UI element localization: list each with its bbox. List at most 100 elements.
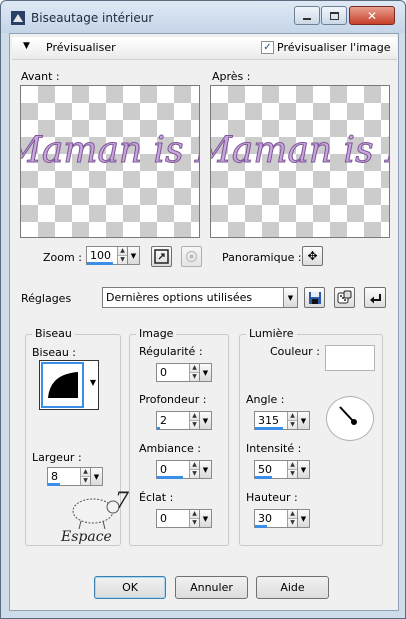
- intensity-dropdown-icon[interactable]: ▼: [297, 461, 309, 478]
- ambience-spinbox[interactable]: 0 ▲ ▼ ▼: [156, 460, 212, 479]
- zoom-label: Zoom :: [43, 251, 82, 264]
- dialog-window: Biseautage intérieur ✕ ▼ Prévisualiser ✓…: [0, 0, 406, 619]
- down-arrow-icon[interactable]: ▼: [118, 255, 127, 264]
- intensity-arrows[interactable]: ▲ ▼: [287, 461, 297, 478]
- down-arrow-icon[interactable]: ▼: [288, 518, 297, 527]
- zoom-spinbox[interactable]: 100 ▲ ▼ ▼: [86, 246, 140, 265]
- shininess-value[interactable]: 0: [157, 510, 189, 527]
- preview-image-label[interactable]: Prévisualiser l'image: [277, 41, 390, 54]
- ambience-dropdown-icon[interactable]: ▼: [199, 461, 211, 478]
- settings-value[interactable]: Dernières options utilisées: [103, 288, 283, 307]
- down-arrow-icon[interactable]: ▼: [288, 469, 297, 478]
- up-arrow-icon[interactable]: ▲: [190, 364, 199, 372]
- preview-toggle-label[interactable]: Prévisualiser: [46, 41, 116, 54]
- minimize-button[interactable]: [294, 6, 320, 25]
- depth-arrows[interactable]: ▲ ▼: [189, 412, 199, 429]
- preview-image-checkbox[interactable]: ✓: [261, 41, 274, 54]
- bevel-shape-dropdown-icon[interactable]: ▼: [90, 378, 96, 387]
- up-arrow-icon[interactable]: ▲: [190, 510, 199, 518]
- ok-button[interactable]: OK: [94, 576, 166, 599]
- settings-dropdown-icon[interactable]: ▼: [283, 288, 297, 307]
- angle-dropdown-icon[interactable]: ▼: [297, 412, 309, 429]
- zoom-dropdown-icon[interactable]: ▼: [127, 247, 139, 264]
- up-arrow-icon[interactable]: ▲: [190, 412, 199, 420]
- width-dropdown-icon[interactable]: ▼: [90, 468, 102, 485]
- smoothness-value[interactable]: 0: [157, 364, 189, 381]
- depth-dropdown-icon[interactable]: ▼: [199, 412, 211, 429]
- image-group-title: Image: [136, 327, 177, 340]
- width-value[interactable]: 8: [48, 468, 80, 486]
- up-arrow-icon[interactable]: ▲: [118, 247, 127, 255]
- width-label: Largeur :: [32, 451, 82, 464]
- elevation-level-bar: [255, 525, 267, 528]
- zoom-value[interactable]: 100: [87, 247, 117, 265]
- collapse-arrow-icon[interactable]: ▼: [23, 41, 30, 51]
- smoothness-dropdown-icon[interactable]: ▼: [199, 364, 211, 381]
- cancel-button[interactable]: Annuler: [175, 576, 248, 599]
- angle-label: Angle :: [246, 393, 285, 406]
- down-arrow-icon[interactable]: ▼: [288, 420, 297, 429]
- smoothness-spinbox[interactable]: 0 ▲ ▼ ▼: [156, 363, 212, 382]
- down-arrow-icon[interactable]: ▼: [190, 518, 199, 527]
- zoom-arrows[interactable]: ▲ ▼: [117, 247, 127, 264]
- elevation-label: Hauteur :: [246, 491, 298, 504]
- app-icon: [11, 11, 25, 25]
- width-arrows[interactable]: ▲ ▼: [80, 468, 90, 485]
- width-spinbox[interactable]: 8 ▲ ▼ ▼: [47, 467, 103, 486]
- down-arrow-icon[interactable]: ▼: [190, 469, 199, 478]
- bevel-shape-swatch[interactable]: [41, 362, 84, 408]
- down-arrow-icon[interactable]: ▼: [190, 372, 199, 381]
- close-icon: ✕: [366, 8, 378, 23]
- up-arrow-icon[interactable]: ▲: [190, 461, 199, 469]
- before-preview-text: Maman is L: [21, 130, 199, 172]
- angle-arrows[interactable]: ▲ ▼: [287, 412, 297, 429]
- intensity-value[interactable]: 50: [255, 461, 287, 479]
- shininess-label: Éclat :: [139, 491, 174, 504]
- ambience-label: Ambiance :: [139, 442, 202, 455]
- elevation-arrows[interactable]: ▲ ▼: [287, 510, 297, 527]
- ambience-arrows[interactable]: ▲ ▼: [189, 461, 199, 478]
- title-bar[interactable]: Biseautage intérieur ✕: [1, 1, 405, 33]
- pan-button[interactable]: ✥: [302, 246, 323, 266]
- ambience-value[interactable]: 0: [157, 461, 189, 479]
- depth-value[interactable]: 2: [157, 412, 189, 430]
- randomize-button[interactable]: [334, 287, 355, 308]
- after-preview[interactable]: Maman is L: [210, 85, 390, 238]
- help-button[interactable]: Aide: [256, 576, 329, 599]
- light-color-label: Couleur :: [270, 345, 320, 358]
- elevation-value[interactable]: 30: [255, 510, 287, 528]
- elevation-dropdown-icon[interactable]: ▼: [297, 510, 309, 527]
- settings-dropdown[interactable]: Dernières options utilisées ▼: [102, 287, 298, 308]
- up-arrow-icon[interactable]: ▲: [288, 510, 297, 518]
- fit-to-preview-button[interactable]: [151, 246, 172, 267]
- save-settings-button[interactable]: [304, 287, 325, 308]
- elevation-spinbox[interactable]: 30 ▲ ▼ ▼: [254, 509, 310, 528]
- down-arrow-icon[interactable]: ▼: [81, 476, 90, 485]
- intensity-label: Intensité :: [246, 442, 302, 455]
- after-preview-text: Maman is L: [211, 130, 389, 172]
- angle-dial[interactable]: [326, 396, 374, 441]
- down-arrow-icon[interactable]: ▼: [190, 420, 199, 429]
- smoothness-arrows[interactable]: ▲ ▼: [189, 364, 199, 381]
- up-arrow-icon[interactable]: ▲: [81, 468, 90, 476]
- depth-spinbox[interactable]: 2 ▲ ▼ ▼: [156, 411, 212, 430]
- maximize-button[interactable]: [321, 6, 347, 25]
- up-arrow-icon[interactable]: ▲: [288, 461, 297, 469]
- depth-label: Profondeur :: [139, 393, 207, 406]
- light-color-swatch[interactable]: [325, 345, 375, 371]
- shininess-arrows[interactable]: ▲ ▼: [189, 510, 199, 527]
- proof-button[interactable]: [181, 246, 202, 267]
- shininess-dropdown-icon[interactable]: ▼: [199, 510, 211, 527]
- intensity-spinbox[interactable]: 50 ▲ ▼ ▼: [254, 460, 310, 479]
- angle-spinbox[interactable]: 315 ▲ ▼ ▼: [254, 411, 310, 430]
- up-arrow-icon[interactable]: ▲: [288, 412, 297, 420]
- before-preview[interactable]: Maman is L: [20, 85, 200, 238]
- sheep-icon: [72, 498, 120, 530]
- bevel-shape-picker[interactable]: ▼: [39, 360, 99, 410]
- preview-header[interactable]: ▼ Prévisualiser ✓ Prévisualiser l'image: [12, 37, 397, 60]
- reset-button[interactable]: [364, 287, 386, 308]
- shininess-spinbox[interactable]: 0 ▲ ▼ ▼: [156, 509, 212, 528]
- watermark-text: Espace: [61, 529, 112, 545]
- angle-value[interactable]: 315: [255, 412, 287, 430]
- close-button[interactable]: ✕: [349, 6, 395, 25]
